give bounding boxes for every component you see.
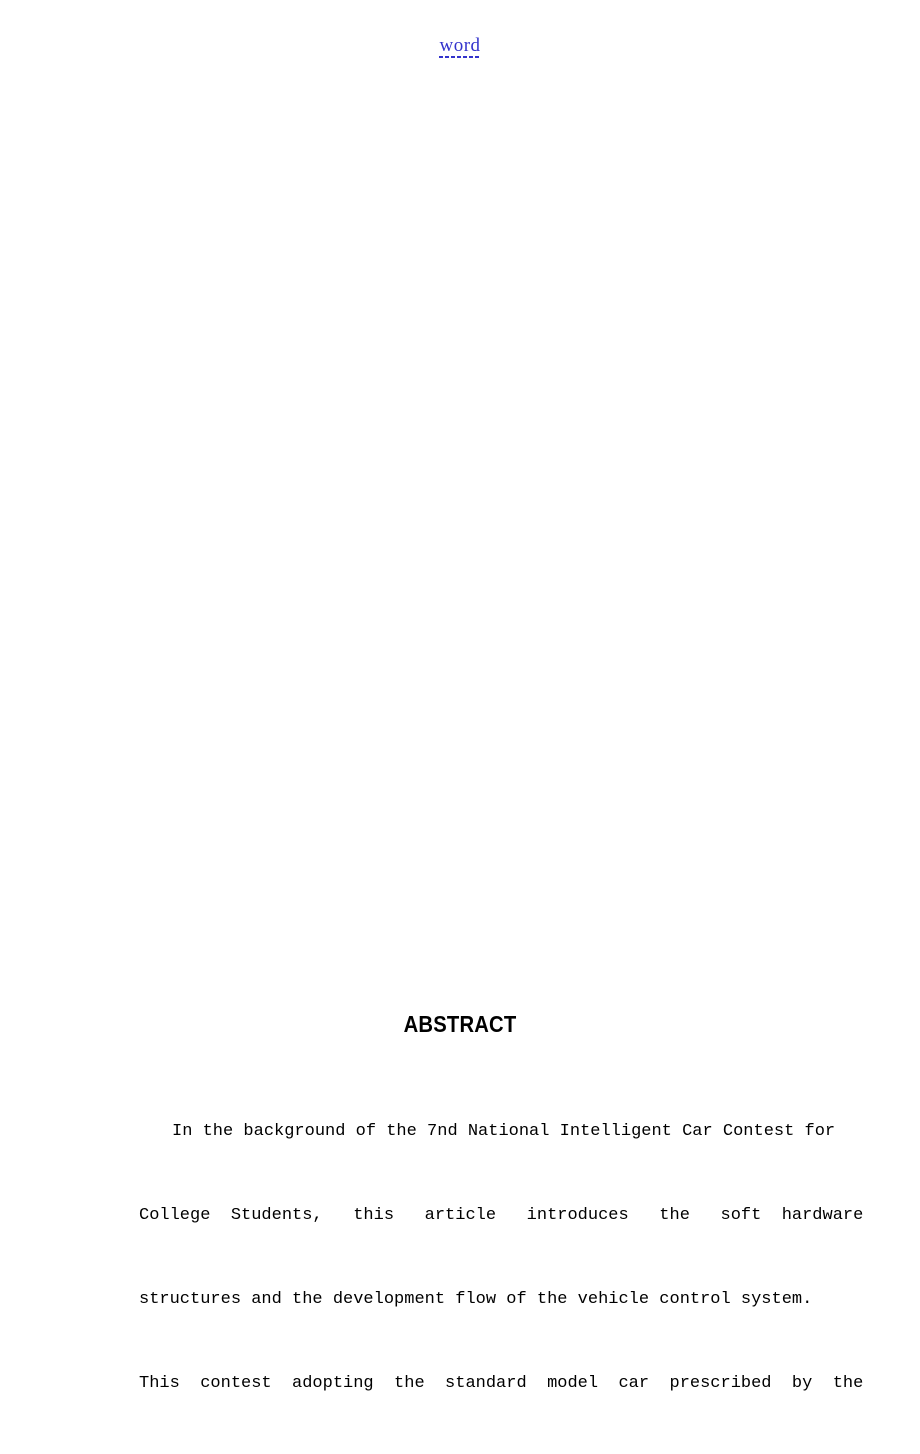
abstract-heading: ABSTRACT: [403, 1011, 517, 1037]
abstract-line-1: In the background of the 7nd National In…: [172, 1122, 836, 1141]
abstract-line-4: This contest adopting the standard model…: [139, 1374, 864, 1393]
abstract-line-3: structures and the development flow of t…: [139, 1290, 813, 1309]
header-word-link[interactable]: word: [439, 36, 481, 58]
empty-content-region: [139, 90, 781, 980]
abstract-paragraph: In the background of the 7nd National In…: [139, 1040, 864, 1454]
abstract-section: ABSTRACT In the background of the 7nd Na…: [139, 1008, 864, 1454]
page-header: word: [0, 36, 920, 58]
document-page: word ABSTRACT In the background of the 7…: [0, 0, 920, 1393]
abstract-line-2: College Students, this article introduce…: [139, 1206, 864, 1225]
